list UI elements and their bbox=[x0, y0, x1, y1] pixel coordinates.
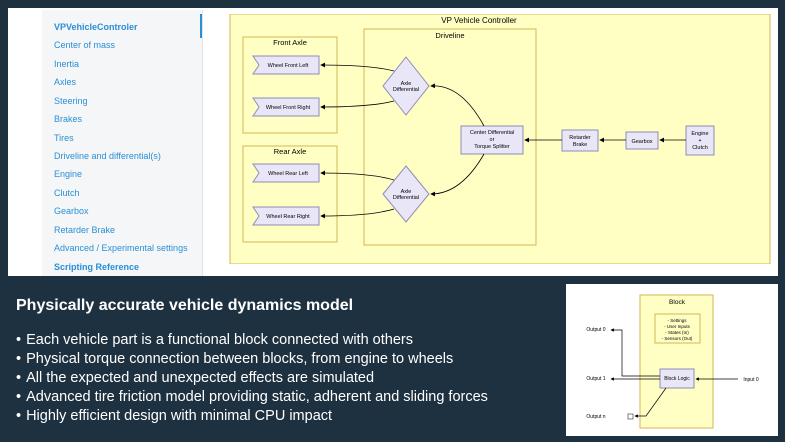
feature-item: Each vehicle part is a functional block … bbox=[16, 331, 488, 350]
sidebar-nav: VPVehicleControler Center of mass Inerti… bbox=[42, 10, 203, 276]
block-logic-label: Block Logic bbox=[664, 376, 690, 382]
wheel-rear-right-label: Wheel Rear Right bbox=[266, 214, 310, 220]
vehicle-controller-diagram: VP Vehicle Controller Front Axle Rear Ax… bbox=[229, 14, 771, 264]
sidebar-item-driveline[interactable]: Driveline and differential(s) bbox=[54, 151, 161, 161]
retarder-label-line2: Brake bbox=[573, 142, 587, 148]
sidebar-item-axles[interactable]: Axles bbox=[54, 77, 76, 87]
rear-axle-label: Rear Axle bbox=[274, 147, 307, 156]
wheel-rear-left-label: Wheel Rear Left bbox=[268, 171, 308, 177]
sidebar-item-vpvehiclecontroler[interactable]: VPVehicleControler bbox=[54, 22, 138, 32]
output-n-port bbox=[627, 413, 634, 420]
sidebar-item-clutch[interactable]: Clutch bbox=[54, 188, 80, 198]
engine-label-line3: Clutch bbox=[692, 145, 708, 151]
driveline-label: Driveline bbox=[435, 31, 464, 40]
output-0-label: Output 0 bbox=[586, 327, 605, 333]
center-diff-label-line3: Torque Splitter bbox=[474, 144, 510, 150]
front-axle-label: Front Axle bbox=[273, 38, 307, 47]
input-0-label: Input 0 bbox=[743, 377, 759, 383]
center-diff-label-line2: or bbox=[490, 137, 495, 143]
sidebar-item-retarder-brake[interactable]: Retarder Brake bbox=[54, 225, 115, 235]
sidebar-item-steering[interactable]: Steering bbox=[54, 96, 88, 106]
sidebar-item-advanced-settings[interactable]: Advanced / Experimental settings bbox=[54, 243, 188, 253]
sidebar-active-indicator bbox=[200, 14, 202, 38]
block-title: Block bbox=[669, 299, 686, 306]
feature-item: Advanced tire friction model providing s… bbox=[16, 388, 488, 407]
block-sensors-label: - Sensors (Out) bbox=[662, 336, 693, 341]
sidebar-item-gearbox[interactable]: Gearbox bbox=[54, 206, 89, 216]
gearbox-label: Gearbox bbox=[631, 139, 652, 145]
center-diff-label-line1: Center Differential bbox=[470, 130, 514, 136]
block-user-inputs-label: - User Inputs bbox=[664, 324, 691, 329]
retarder-label-line1: Retarder bbox=[569, 135, 591, 141]
front-diff-label-line2: Differential bbox=[393, 87, 419, 93]
engine-label-line1: Engine bbox=[691, 131, 708, 137]
block-settings-label: - Settings bbox=[667, 318, 687, 323]
block-states-label: - States (In) bbox=[665, 330, 689, 335]
wheel-front-right-label: Wheel Front Right bbox=[266, 105, 311, 111]
engine-label-line2: + bbox=[698, 138, 701, 144]
sidebar-item-scripting-reference[interactable]: Scripting Reference bbox=[54, 262, 139, 272]
output-1-label: Output 1 bbox=[586, 376, 605, 382]
sidebar-item-brakes[interactable]: Brakes bbox=[54, 114, 82, 124]
output-n-label: Output n bbox=[586, 414, 605, 420]
feature-item: Physical torque connection between block… bbox=[16, 350, 488, 369]
sidebar-item-tires[interactable]: Tires bbox=[54, 133, 74, 143]
feature-item: Highly efficient design with minimal CPU… bbox=[16, 407, 488, 426]
block-diagram: Block - Settings - User Inputs - States … bbox=[586, 294, 759, 429]
block-diagram-panel: Block - Settings - User Inputs - States … bbox=[566, 284, 778, 436]
sidebar-item-center-of-mass[interactable]: Center of mass bbox=[54, 40, 115, 50]
sidebar-item-inertia[interactable]: Inertia bbox=[54, 59, 79, 69]
sidebar-item-engine[interactable]: Engine bbox=[54, 169, 82, 179]
headline: Physically accurate vehicle dynamics mod… bbox=[16, 297, 354, 314]
feature-list: Each vehicle part is a functional block … bbox=[16, 331, 488, 426]
feature-item: All the expected and unexpected effects … bbox=[16, 369, 488, 388]
vehicle-controller-title: VP Vehicle Controller bbox=[441, 16, 517, 25]
wheel-front-left-label: Wheel Front Left bbox=[268, 63, 309, 69]
rear-diff-label-line2: Differential bbox=[393, 195, 419, 201]
